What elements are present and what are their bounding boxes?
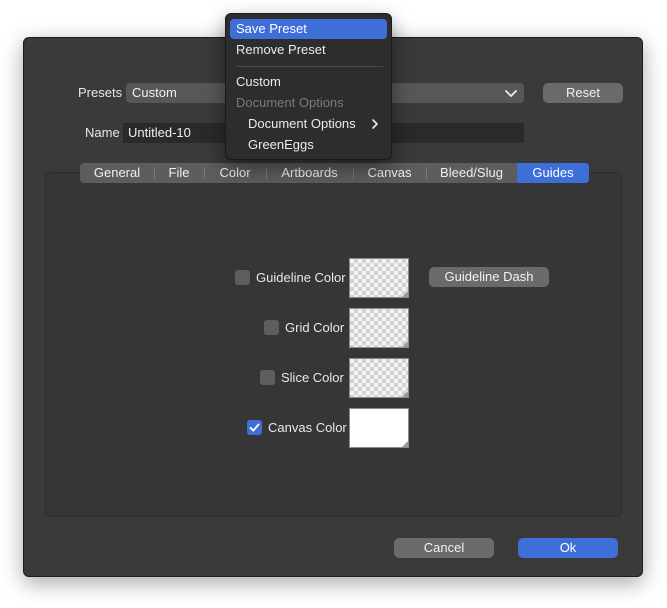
swatch-corner-icon (402, 341, 408, 347)
grid-color-label: Grid Color (285, 320, 345, 335)
chevron-down-icon (504, 83, 518, 103)
tab-canvas[interactable]: Canvas (353, 163, 426, 183)
guideline-color-swatch[interactable] (349, 258, 409, 298)
grid-color-checkbox[interactable] (264, 320, 279, 335)
tab-file[interactable]: File (154, 163, 204, 183)
tab-artboards[interactable]: Artboards (266, 163, 353, 183)
menu-separator (236, 66, 383, 67)
swatch-corner-icon (402, 291, 408, 297)
slice-color-swatch[interactable] (349, 358, 409, 398)
tab-general[interactable]: General (80, 163, 154, 183)
name-field-value: Untitled-10 (128, 125, 191, 140)
menu-item-save-preset[interactable]: Save Preset (230, 19, 387, 39)
slice-color-checkbox[interactable] (260, 370, 275, 385)
guideline-color-checkbox[interactable] (235, 270, 250, 285)
canvas-color-checkbox[interactable] (247, 420, 262, 435)
menu-header-document-options: Document Options (236, 95, 344, 110)
canvas-color-label: Canvas Color (268, 420, 347, 435)
menu-item-remove-preset[interactable]: Remove Preset (230, 40, 387, 60)
menu-item-document-options[interactable]: Document Options (230, 114, 387, 134)
reset-button[interactable]: Reset (543, 83, 623, 103)
grid-color-swatch[interactable] (349, 308, 409, 348)
name-label: Name (85, 125, 120, 140)
canvas-color-swatch[interactable] (349, 408, 409, 448)
presets-select-value: Custom (132, 85, 177, 100)
swatch-corner-icon (402, 391, 408, 397)
tab-bar: General File Color Artboards Canvas Blee… (80, 163, 589, 183)
menu-item-custom[interactable]: Custom (230, 72, 387, 92)
presets-popup-menu: Save Preset Remove Preset Custom Documen… (225, 13, 392, 160)
cancel-button[interactable]: Cancel (394, 538, 494, 558)
guideline-dash-button[interactable]: Guideline Dash (429, 267, 549, 287)
guides-panel (45, 172, 622, 517)
slice-color-label: Slice Color (281, 370, 344, 385)
presets-label: Presets (78, 85, 123, 100)
ok-button[interactable]: Ok (518, 538, 618, 558)
menu-item-document-options-label: Document Options (248, 116, 356, 131)
guideline-color-label: Guideline Color (256, 270, 346, 285)
menu-item-greeneggs[interactable]: GreenEggs (230, 135, 387, 155)
tab-color[interactable]: Color (204, 163, 266, 183)
tab-bleed-slug[interactable]: Bleed/Slug (426, 163, 517, 183)
tab-guides[interactable]: Guides (517, 163, 589, 183)
swatch-corner-icon (402, 441, 408, 447)
checkmark-icon (249, 423, 260, 432)
